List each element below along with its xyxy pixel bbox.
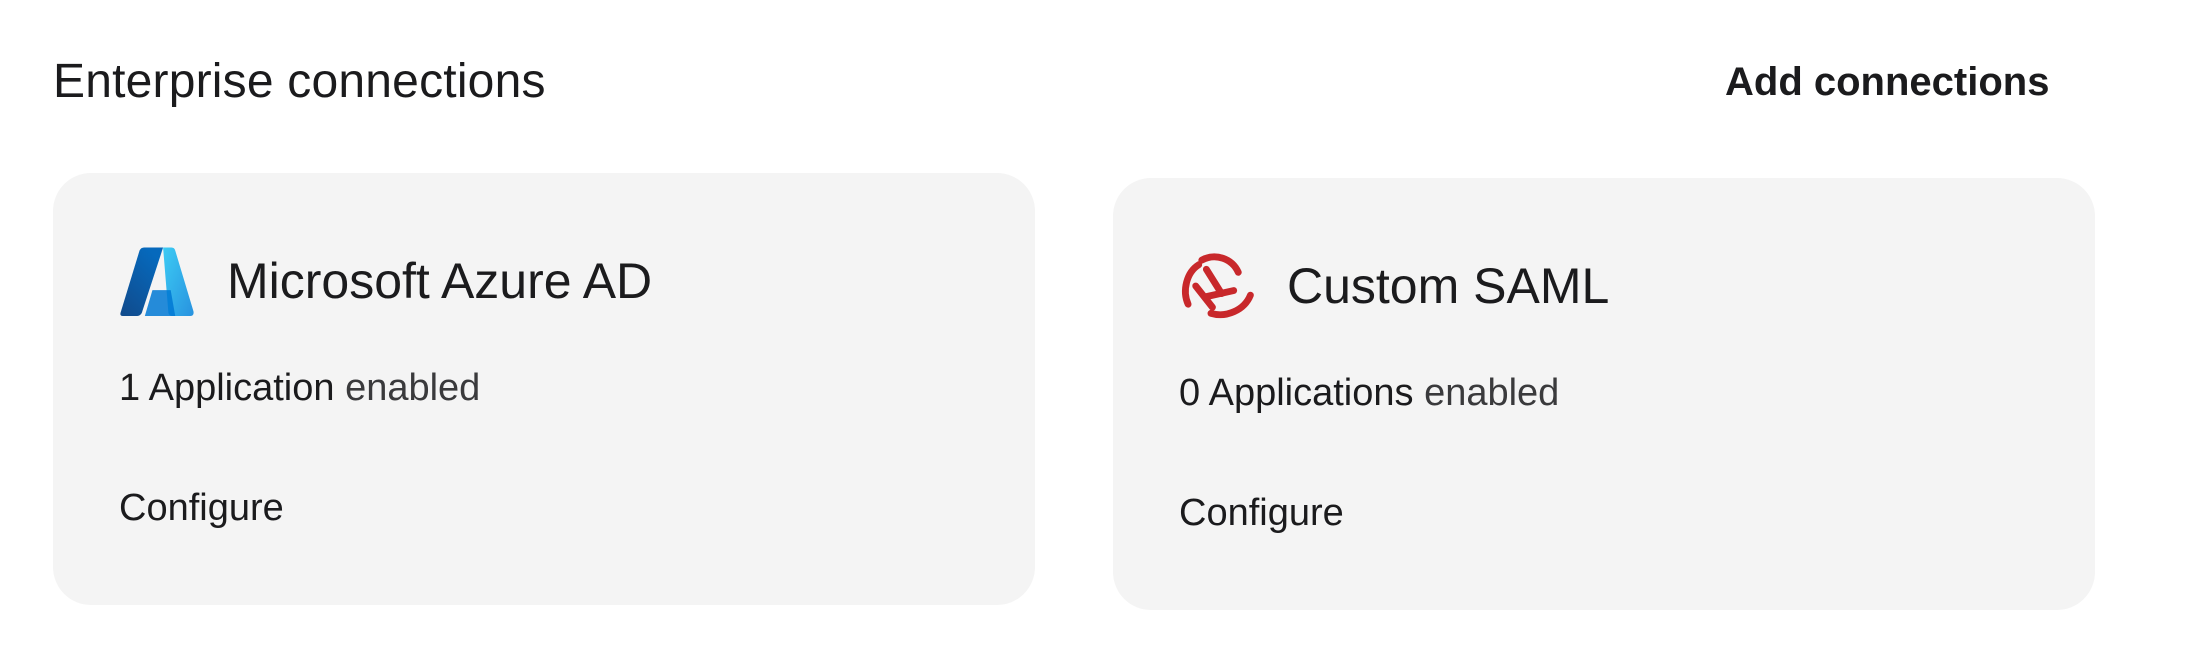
configure-button[interactable]: Configure (1179, 488, 1344, 538)
section-title: Enterprise connections (53, 55, 546, 108)
saml-logo-icon (1179, 248, 1255, 324)
enterprise-connections-page: Enterprise connections Add connections M… (0, 0, 2200, 645)
connection-name: Microsoft Azure AD (227, 253, 653, 309)
applications-status: enabled (1424, 372, 1560, 414)
card-header: Custom SAML (1179, 246, 1609, 326)
connection-card-custom-saml: Custom SAML 0 Applications enabled Confi… (1113, 178, 2095, 610)
applications-count: 0 Applications (1179, 372, 1414, 414)
applications-count: 1 Application (119, 367, 335, 409)
connection-name: Custom SAML (1287, 258, 1610, 314)
azure-ad-logo-icon (119, 243, 195, 319)
applications-status: enabled (345, 367, 481, 409)
add-connections-button[interactable]: Add connections (1725, 56, 2049, 108)
applications-enabled-text: 1 Application enabled (119, 363, 480, 413)
connection-card-azure-ad: Microsoft Azure AD 1 Application enabled… (53, 173, 1035, 605)
configure-button[interactable]: Configure (119, 483, 284, 533)
card-header: Microsoft Azure AD (119, 241, 652, 321)
applications-enabled-text: 0 Applications enabled (1179, 368, 1559, 418)
